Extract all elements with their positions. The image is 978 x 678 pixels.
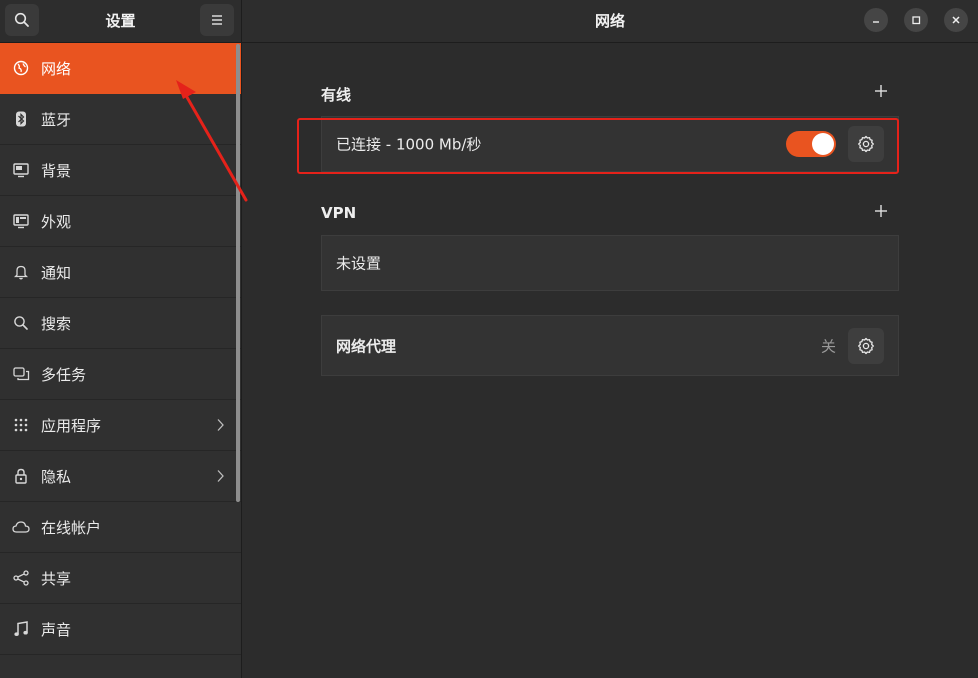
sidebar-item-privacy[interactable]: 隐私 bbox=[0, 451, 241, 502]
sidebar-item-network[interactable]: 网络 bbox=[0, 43, 241, 94]
sidebar-nav: 网络 蓝牙 背景 外观 通知 搜索 多任务 应用程序 隐私 在线帐户 共享 声音 bbox=[0, 43, 241, 655]
gear-icon bbox=[858, 337, 874, 354]
vpn-row: 未设置 bbox=[321, 235, 899, 291]
wired-connection-status: 已连接 - 1000 Mb/秒 bbox=[336, 135, 482, 154]
sidebar-item-label: 搜索 bbox=[41, 314, 72, 333]
sidebar-item-label: 声音 bbox=[41, 620, 72, 639]
sidebar-item-label: 多任务 bbox=[41, 365, 87, 384]
sidebar-item-label: 通知 bbox=[41, 263, 72, 282]
proxy-settings-button[interactable] bbox=[848, 327, 884, 364]
sidebar-item-sound[interactable]: 声音 bbox=[0, 604, 241, 655]
bluetooth-icon bbox=[12, 110, 30, 128]
search-icon bbox=[12, 314, 30, 332]
sidebar-item-search[interactable]: 搜索 bbox=[0, 298, 241, 349]
sidebar-item-multitasking[interactable]: 多任务 bbox=[0, 349, 241, 400]
sidebar-item-sharing[interactable]: 共享 bbox=[0, 553, 241, 604]
sidebar-item-background[interactable]: 背景 bbox=[0, 145, 241, 196]
sidebar-item-label: 隐私 bbox=[41, 467, 72, 486]
chevron-right-icon bbox=[217, 470, 224, 482]
sidebar-item-notifications[interactable]: 通知 bbox=[0, 247, 241, 298]
sidebar-item-applications[interactable]: 应用程序 bbox=[0, 400, 241, 451]
sidebar-item-appearance[interactable]: 外观 bbox=[0, 196, 241, 247]
sidebar-item-label: 应用程序 bbox=[41, 416, 102, 435]
network-proxy-status: 关 bbox=[820, 337, 836, 355]
sidebar-header: 设置 bbox=[0, 0, 241, 43]
minimize-button[interactable] bbox=[864, 8, 888, 32]
music-note-icon bbox=[12, 620, 30, 638]
sidebar-item-label: 蓝牙 bbox=[41, 110, 72, 129]
minimize-icon bbox=[873, 21, 879, 23]
network-proxy-row[interactable]: 网络代理 关 bbox=[321, 315, 899, 376]
hamburger-menu-icon bbox=[212, 15, 222, 25]
close-icon bbox=[952, 16, 960, 24]
wired-connection-row: 已连接 - 1000 Mb/秒 bbox=[321, 116, 899, 172]
bell-icon bbox=[12, 263, 30, 281]
sidebar-item-label: 背景 bbox=[41, 161, 72, 180]
menu-button[interactable] bbox=[200, 4, 234, 36]
main-header: 网络 bbox=[242, 0, 978, 43]
maximize-icon bbox=[912, 16, 921, 25]
cloud-icon bbox=[12, 518, 30, 536]
toggle-knob bbox=[812, 133, 834, 155]
close-button[interactable] bbox=[944, 8, 968, 32]
wired-section-title: 有线 bbox=[321, 86, 352, 104]
vpn-section-title: VPN bbox=[321, 204, 357, 222]
monitor-icon bbox=[12, 161, 30, 179]
sidebar-scrollbar[interactable] bbox=[236, 44, 240, 502]
chevron-right-icon bbox=[217, 419, 224, 431]
wired-settings-button[interactable] bbox=[848, 126, 884, 162]
sidebar-item-label: 共享 bbox=[41, 569, 72, 588]
appearance-icon bbox=[12, 212, 30, 230]
globe-icon bbox=[12, 59, 30, 77]
multitask-icon bbox=[12, 365, 30, 383]
vpn-status: 未设置 bbox=[336, 254, 382, 273]
apps-grid-icon bbox=[12, 416, 30, 434]
main-panel: 网络 有线 已连接 - 1000 Mb/秒 VPN 未设置 网络代理 关 bbox=[242, 0, 978, 678]
share-icon bbox=[12, 569, 30, 587]
maximize-button[interactable] bbox=[904, 8, 928, 32]
network-proxy-label: 网络代理 bbox=[336, 337, 397, 355]
wired-toggle-switch[interactable] bbox=[786, 131, 836, 157]
add-vpn-button[interactable] bbox=[874, 204, 888, 218]
sidebar-item-online-accounts[interactable]: 在线帐户 bbox=[0, 502, 241, 553]
lock-icon bbox=[12, 467, 30, 485]
sidebar-item-label: 外观 bbox=[41, 212, 72, 231]
sidebar: 设置 网络 蓝牙 背景 外观 通知 搜索 多任务 应用程序 隐私 在线帐户 共享… bbox=[0, 0, 242, 678]
sidebar-item-label: 网络 bbox=[41, 59, 72, 78]
gear-icon bbox=[858, 135, 874, 153]
sidebar-item-bluetooth[interactable]: 蓝牙 bbox=[0, 94, 241, 145]
add-wired-button[interactable] bbox=[874, 84, 888, 98]
sidebar-item-label: 在线帐户 bbox=[41, 518, 102, 537]
